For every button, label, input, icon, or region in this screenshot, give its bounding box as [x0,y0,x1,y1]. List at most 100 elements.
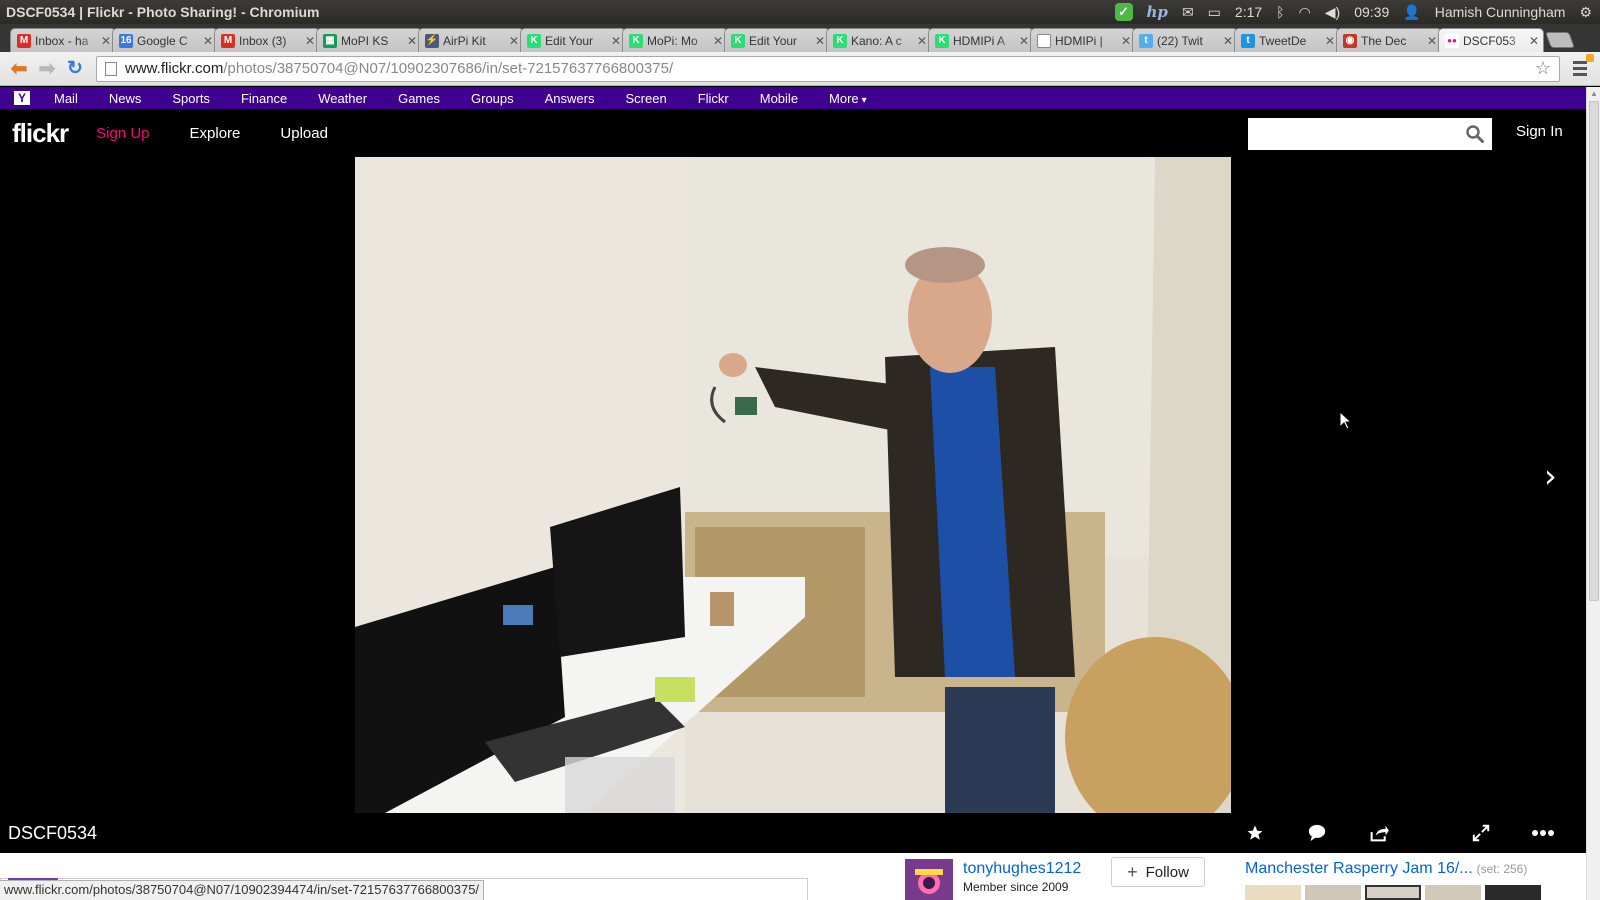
browser-tab[interactable]: t (22) Twit ✕ [1132,28,1238,52]
tab-label: Google C [137,33,188,48]
browser-tab[interactable]: K Edit Your ✕ [520,28,626,52]
search-box[interactable] [1248,118,1492,150]
scroll-up-icon[interactable]: ▲ [1590,89,1598,98]
album-thumbnail[interactable] [1425,885,1481,900]
address-bar[interactable]: www.flickr.com/photos/38750704@N07/10902… [96,55,1560,82]
yahoo-link-news[interactable]: News [109,91,142,106]
search-input[interactable] [1248,119,1466,149]
owner-member-since: Member since 2009 [963,880,1069,894]
yahoo-link-mobile[interactable]: Mobile [760,91,798,106]
new-tab-button[interactable] [1545,32,1575,48]
tab-close-icon[interactable]: ✕ [203,34,213,48]
yahoo-link-flickr[interactable]: Flickr [698,91,729,106]
yahoo-link-groups[interactable]: Groups [471,91,514,106]
wifi-icon[interactable]: ◠ [1299,5,1311,19]
mail-icon[interactable]: ✉ [1182,5,1194,19]
follow-button[interactable]: + Follow [1111,857,1205,887]
kickstarter-icon: K [527,33,541,48]
browser-tab[interactable]: 16 Google C ✕ [112,28,218,52]
album-thumbnail[interactable] [1365,885,1421,900]
window-title: DSCF0534 | Flickr - Photo Sharing! - Chr… [6,4,320,20]
tab-close-icon[interactable]: ✕ [1223,34,1233,48]
reload-icon[interactable]: ↻ [62,56,88,82]
user-name[interactable]: Hamish Cunningham [1435,4,1566,20]
page-scrollbar[interactable]: ▲ [1586,87,1600,900]
forward-arrow-icon[interactable]: ➡ [34,56,60,82]
tab-close-icon[interactable]: ✕ [305,34,315,48]
upload-link[interactable]: Upload [280,125,328,142]
browser-tab[interactable]: ⚡ AirPi Kit ✕ [418,28,524,52]
volume-icon[interactable]: ◀) [1325,5,1340,19]
back-arrow-icon[interactable]: ⬅ [6,56,32,82]
album-thumbnail[interactable] [1485,885,1541,900]
tab-close-icon[interactable]: ✕ [713,34,723,48]
browser-tab[interactable]: K HDMIPi A ✕ [928,28,1034,52]
yahoo-link-screen[interactable]: Screen [626,91,667,106]
tab-label: HDMIPi A [953,33,1006,48]
clock[interactable]: 09:39 [1354,4,1389,20]
chrome-menu-icon[interactable] [1566,53,1594,82]
explore-link[interactable]: Explore [190,125,241,142]
tab-close-icon[interactable]: ✕ [1019,34,1029,48]
browser-tab[interactable]: ◉ The Dec ✕ [1336,28,1442,52]
browser-tab[interactable]: ●● DSCF053 ✕ [1438,28,1544,52]
fullscreen-icon[interactable] [1469,823,1493,843]
tab-close-icon[interactable]: ✕ [1325,34,1335,48]
browser-tab[interactable]: K MoPi: Mo ✕ [622,28,728,52]
bookmark-star-icon[interactable]: ☆ [1535,58,1551,79]
yahoo-link-games[interactable]: Games [398,91,440,106]
comment-icon[interactable] [1305,823,1329,843]
page-icon [1037,33,1051,48]
browser-tab[interactable]: t TweetDe ✕ [1234,28,1340,52]
album-thumbnail[interactable] [1245,885,1301,900]
gear-icon[interactable]: ⚙ [1579,5,1592,19]
tab-close-icon[interactable]: ✕ [917,34,927,48]
browser-tab[interactable]: K Edit Your ✕ [724,28,830,52]
album-thumbnail[interactable] [1305,885,1361,900]
main-photo[interactable] [355,157,1231,813]
more-options-icon[interactable] [1531,823,1555,843]
tab-close-icon[interactable]: ✕ [815,34,825,48]
hp-icon[interactable]: hp [1147,4,1168,20]
browser-tab[interactable]: M Inbox - ha ✕ [10,28,116,52]
mouse-cursor-icon [1339,410,1353,435]
yahoo-logo-icon[interactable]: Y [14,91,30,105]
photo-stage: › [0,157,1586,813]
yahoo-link-mail[interactable]: Mail [54,91,78,106]
tab-label: Inbox - ha [35,33,89,48]
update-check-icon[interactable]: ✓ [1114,3,1133,21]
yahoo-link-sports[interactable]: Sports [172,91,210,106]
signin-link[interactable]: Sign In [1516,123,1563,140]
owner-avatar[interactable] [905,859,953,900]
tab-close-icon[interactable]: ✕ [1427,34,1437,48]
owner-name-link[interactable]: tonyhughes1212 [963,860,1081,878]
flickr-logo[interactable]: flickr [12,118,69,149]
yahoo-link-weather[interactable]: Weather [318,91,367,106]
share-icon[interactable] [1367,823,1391,843]
battery-time[interactable]: 2:17 [1235,4,1262,20]
yahoo-link-answers[interactable]: Answers [545,91,595,106]
tab-close-icon[interactable]: ✕ [1529,34,1539,48]
yahoo-link-finance[interactable]: Finance [241,91,287,106]
tab-close-icon[interactable]: ✕ [611,34,621,48]
browser-tab[interactable]: K Kano: A c ✕ [826,28,932,52]
tab-close-icon[interactable]: ✕ [101,34,111,48]
next-photo-arrow-icon[interactable]: › [1544,457,1557,495]
search-icon[interactable] [1466,125,1484,143]
tab-close-icon[interactable]: ✕ [509,34,519,48]
battery-icon[interactable]: ▭ [1208,5,1221,19]
tab-close-icon[interactable]: ✕ [407,34,417,48]
tab-strip: M Inbox - ha ✕ 16 Google C ✕ M Inbox (3) ✕ ▦ MoPI … [0,24,1600,52]
browser-tab[interactable]: HDMIPi | ✕ [1030,28,1136,52]
album-title-link[interactable]: Manchester Rasperry Jam 16/... (set: 256) [1245,860,1527,878]
bluetooth-icon[interactable]: ᛒ [1276,5,1284,19]
browser-tab[interactable]: M Inbox (3) ✕ [214,28,320,52]
scroll-thumb[interactable] [1589,101,1599,601]
tab-close-icon[interactable]: ✕ [1121,34,1131,48]
gmail-icon: M [221,33,235,48]
yahoo-more-link[interactable]: More ▾ [829,91,867,106]
browser-tab[interactable]: ▦ MoPI KS ✕ [316,28,422,52]
favorite-star-icon[interactable] [1243,823,1267,843]
signup-link[interactable]: Sign Up [96,125,149,142]
photo-title: DSCF0534 [8,822,98,843]
